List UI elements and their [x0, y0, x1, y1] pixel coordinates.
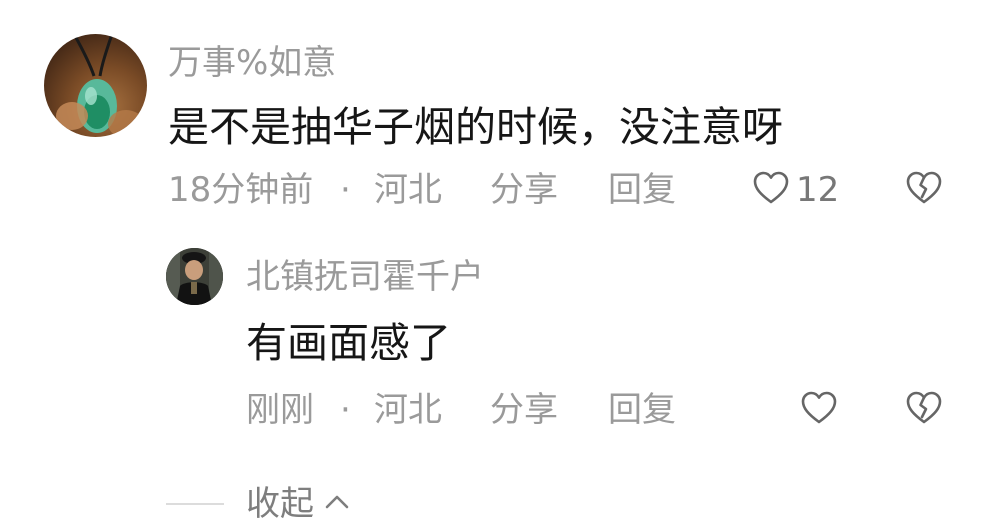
reply-text: 有画面感了 [246, 319, 451, 367]
reply-location: 河北 [374, 390, 442, 430]
comment-meta: 18分钟前 · 河北 分享 回复 [168, 170, 688, 210]
reply-share-button[interactable]: 分享 [490, 390, 558, 430]
broken-heart-icon [905, 170, 943, 210]
reply-button[interactable]: 回复 [608, 170, 676, 210]
comment-thread: 万事%如意 是不是抽华子烟的时候，没注意呀 18分钟前 · 河北 分享 回复 1… [0, 0, 1000, 524]
share-button[interactable]: 分享 [490, 170, 558, 210]
dislike-button[interactable] [905, 170, 943, 210]
collapse-divider [166, 503, 224, 505]
comment-text: 是不是抽华子烟的时候，没注意呀 [168, 103, 783, 151]
reply-time: 刚刚 [246, 390, 314, 430]
jade-pendant-avatar-image [56, 34, 144, 137]
like-count: 12 [796, 170, 840, 210]
broken-heart-icon [905, 390, 943, 430]
collapse-label: 收起 [246, 484, 314, 524]
like-button[interactable]: 12 [752, 170, 839, 210]
heart-outline-icon [800, 390, 838, 430]
user-avatar[interactable] [44, 34, 147, 137]
reply-username[interactable]: 北镇抚司霍千户 [246, 258, 484, 296]
comment-time: 18分钟前 [168, 170, 314, 210]
costume-figure-avatar-image [166, 248, 223, 305]
collapse-replies-button[interactable]: 收起 [246, 484, 350, 524]
comment-username[interactable]: 万事%如意 [168, 44, 336, 82]
reply-user-avatar[interactable] [166, 248, 223, 305]
heart-outline-icon [752, 170, 790, 210]
comment-location: 河北 [374, 170, 442, 210]
reply-reply-button[interactable]: 回复 [608, 390, 676, 430]
reply-like-button[interactable] [800, 390, 838, 430]
chevron-up-icon [324, 492, 350, 516]
reply-dislike-button[interactable] [905, 390, 943, 430]
meta-separator: · [340, 390, 351, 430]
meta-separator: · [340, 170, 351, 210]
reply-meta: 刚刚 · 河北 分享 回复 [246, 390, 706, 430]
